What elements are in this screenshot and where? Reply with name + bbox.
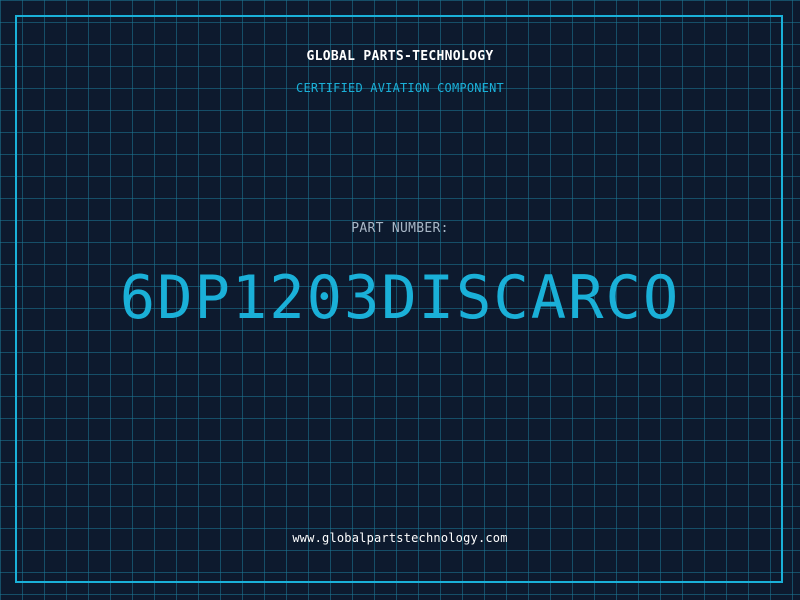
certification-subtitle: CERTIFIED AVIATION COMPONENT: [296, 81, 504, 95]
website-link[interactable]: www.globalpartstechnology.com: [0, 531, 800, 545]
part-number-value: 6DP1203DISCARCO: [119, 263, 681, 333]
part-number-label: PART NUMBER:: [351, 221, 449, 236]
part-label-card: GLOBAL PARTS-TECHNOLOGY CERTIFIED AVIATI…: [0, 0, 800, 600]
company-name: GLOBAL PARTS-TECHNOLOGY: [306, 49, 494, 64]
